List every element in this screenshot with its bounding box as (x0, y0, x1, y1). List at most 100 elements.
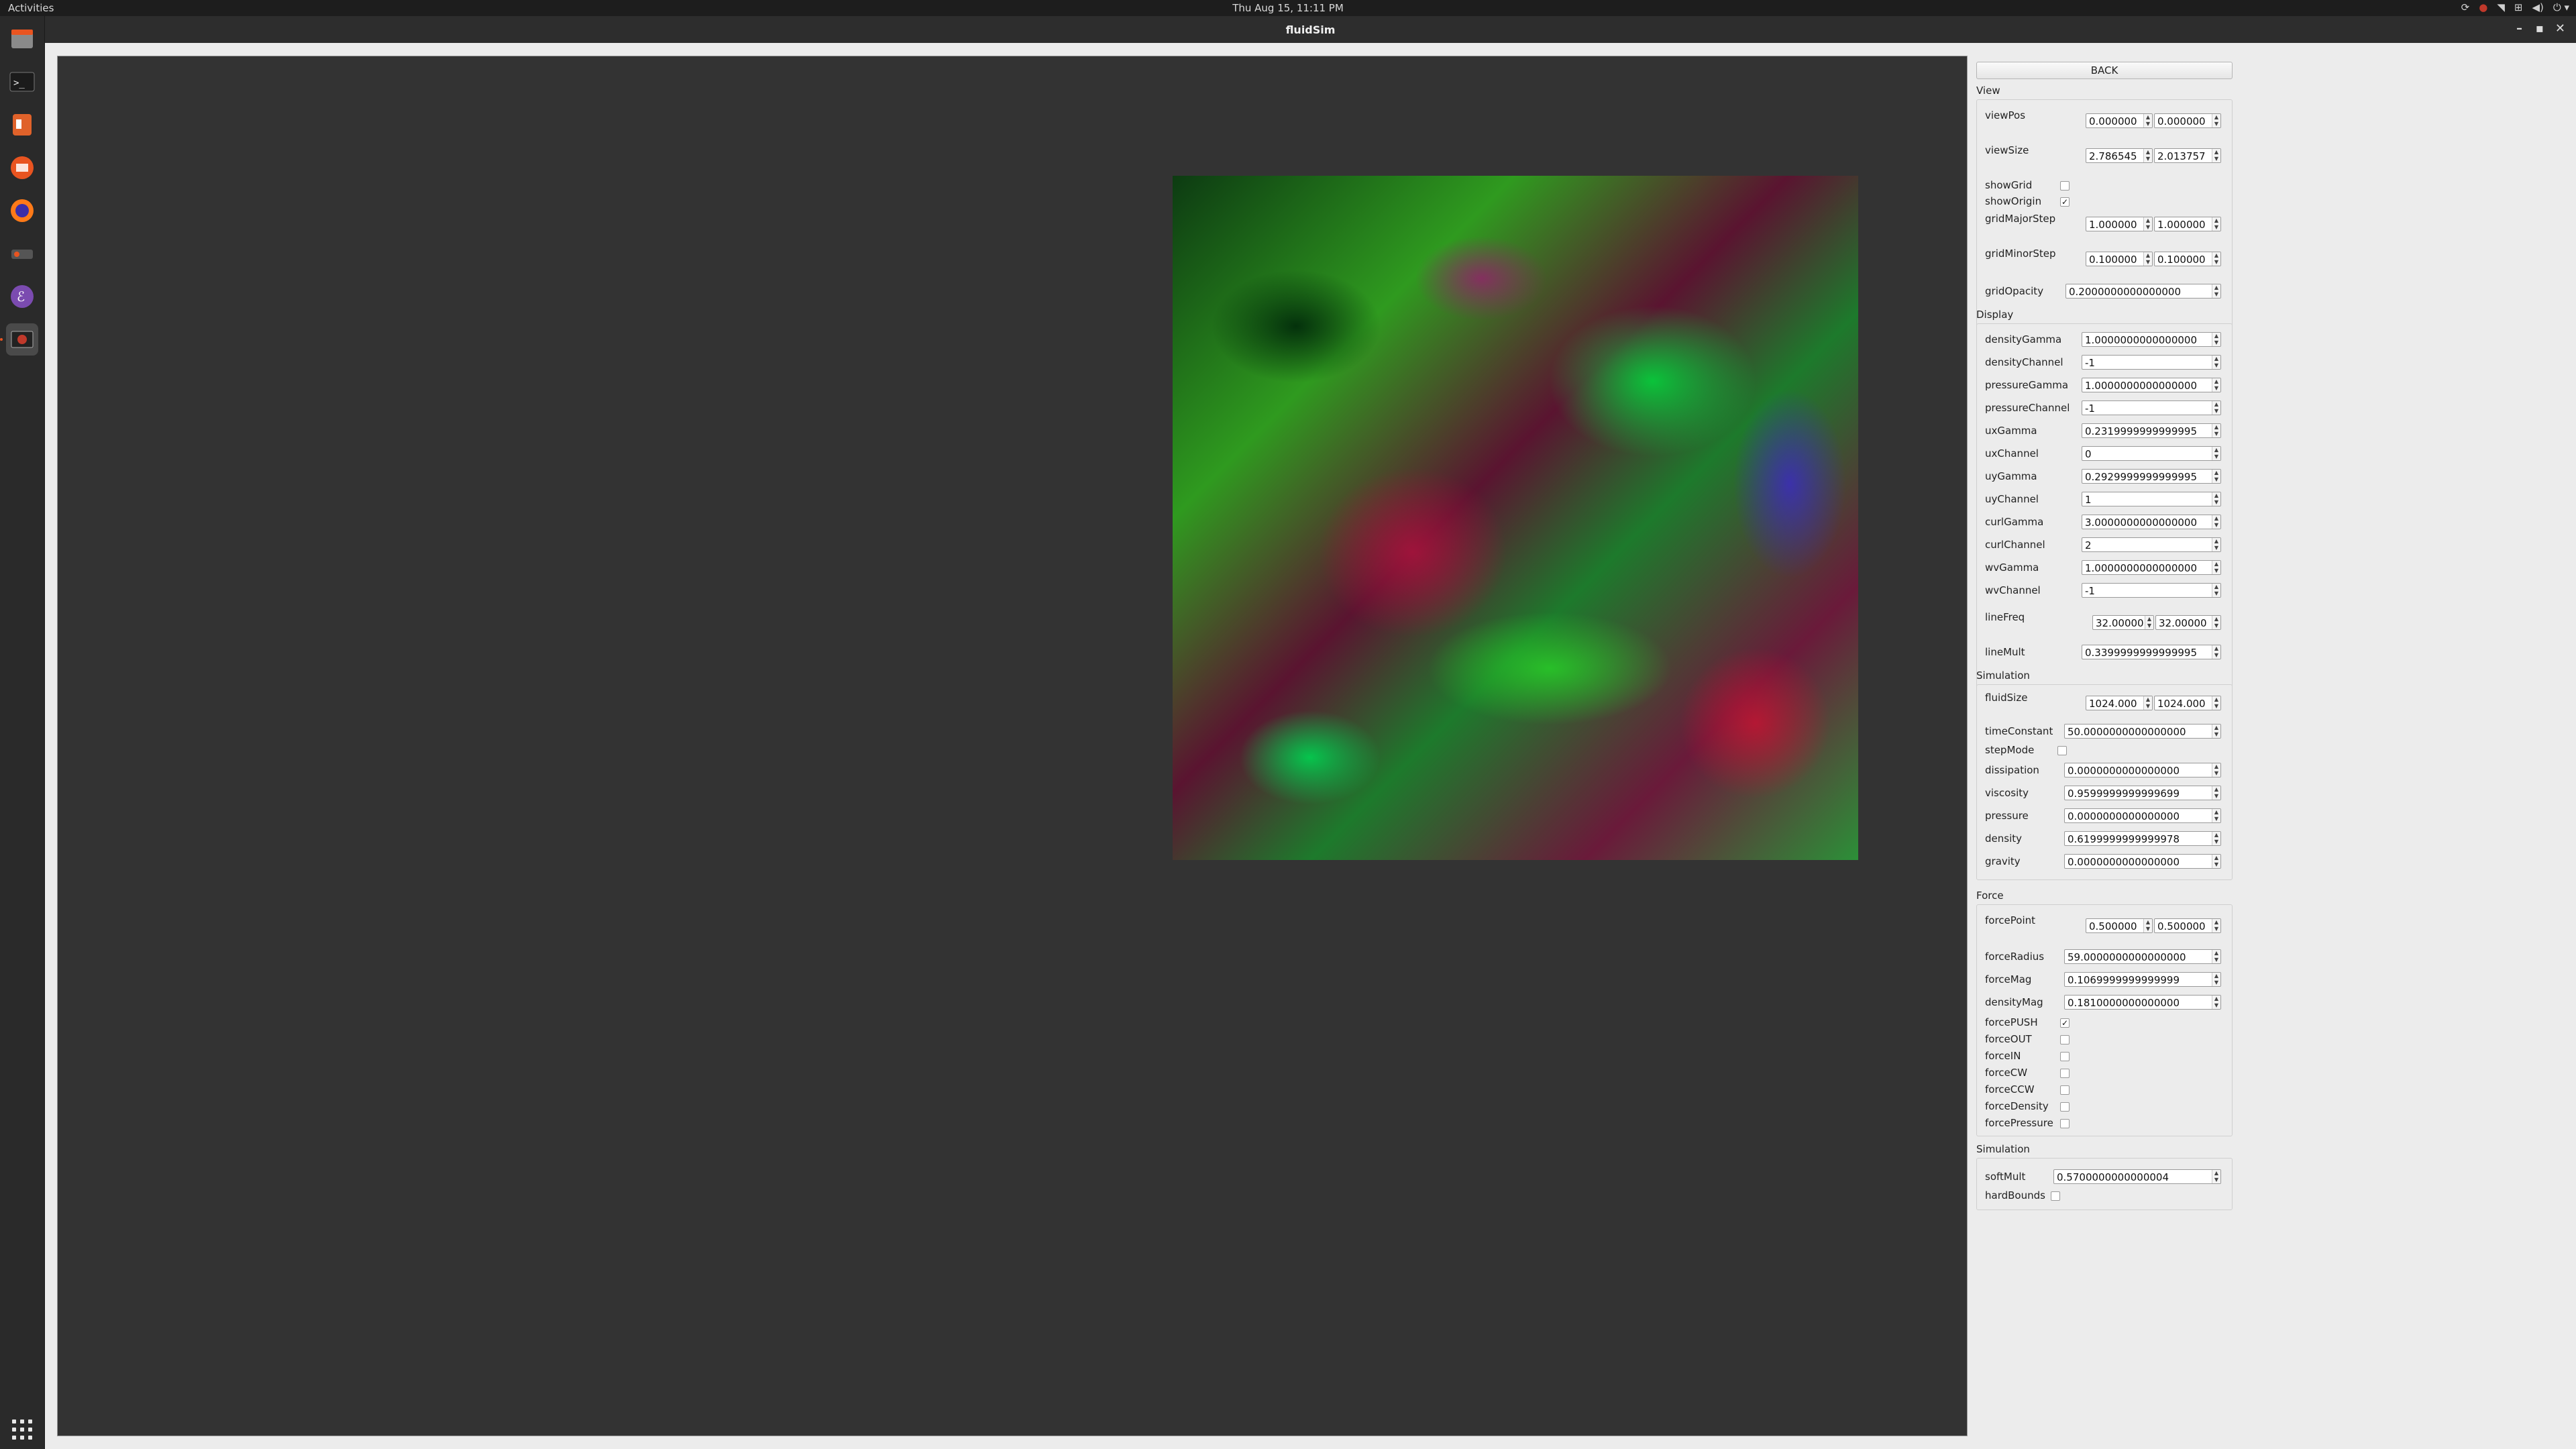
forceout-checkbox[interactable] (2060, 1035, 2070, 1044)
softmult-spinbox[interactable]: 0.5700000000000004 ▲ ▼ (2053, 1169, 2221, 1184)
spin-arrows-icon[interactable]: ▲ ▼ (2212, 378, 2220, 392)
forcepush-checkbox[interactable]: ✓ (2060, 1018, 2070, 1028)
tools-icon[interactable] (6, 237, 38, 270)
gridminorstep-y-spinbox[interactable]: 0.100000 ▲ ▼ (2154, 252, 2221, 266)
volume-icon[interactable]: ◀) (2532, 1, 2543, 13)
gridmajorstep-x-spinbox[interactable]: 1.000000 ▲ ▼ (2086, 217, 2153, 231)
uxgamma-spinbox[interactable]: 0.2319999999999995 ▲ ▼ (2082, 423, 2221, 438)
gridminorstep-x-spinbox[interactable]: 0.100000 ▲ ▼ (2086, 252, 2153, 266)
densitygamma-spinbox[interactable]: 1.0000000000000000 ▲ ▼ (2082, 332, 2221, 347)
spin-arrows-icon[interactable]: ▲ ▼ (2143, 696, 2152, 710)
spin-arrows-icon[interactable]: ▲ ▼ (2212, 561, 2220, 574)
spin-arrows-icon[interactable]: ▲ ▼ (2212, 973, 2220, 986)
ubuntu-software-icon[interactable] (6, 152, 38, 184)
firefox-icon[interactable] (6, 195, 38, 227)
fluid-simulation-canvas[interactable] (1173, 176, 1858, 860)
viewpos-x-spinbox[interactable]: 0.000000 ▲ ▼ (2086, 113, 2153, 128)
network-icon[interactable]: ⊞ (2514, 1, 2523, 13)
spin-arrows-icon[interactable]: ▲ ▼ (2212, 832, 2220, 845)
title-bar[interactable]: fluidSim – ▪ ✕ (45, 16, 2576, 43)
spin-arrows-icon[interactable]: ▲ ▼ (2212, 786, 2220, 800)
spin-arrows-icon[interactable]: ▲ ▼ (2212, 217, 2220, 231)
spin-arrows-icon[interactable]: ▲ ▼ (2212, 114, 2220, 127)
spin-arrows-icon[interactable]: ▲ ▼ (2145, 616, 2153, 629)
gridopacity-spinbox[interactable]: 0.2000000000000000 ▲ ▼ (2065, 284, 2221, 299)
densitychannel-spinbox[interactable]: -1 ▲ ▼ (2082, 355, 2221, 370)
spin-arrows-icon[interactable]: ▲ ▼ (2212, 855, 2220, 868)
spin-arrows-icon[interactable]: ▲ ▼ (2212, 645, 2220, 659)
spin-arrows-icon[interactable]: ▲ ▼ (2143, 919, 2152, 932)
linefreq-x-spinbox[interactable]: 32.00000 ▲ ▼ (2092, 615, 2154, 630)
uygamma-spinbox[interactable]: 0.2929999999999995 ▲ ▼ (2082, 469, 2221, 484)
fluidsim-app-icon[interactable] (6, 323, 38, 356)
forceccw-checkbox[interactable] (2060, 1085, 2070, 1095)
spin-arrows-icon[interactable]: ▲ ▼ (2212, 492, 2220, 506)
forcecw-checkbox[interactable] (2060, 1069, 2070, 1078)
timeconstant-spinbox[interactable]: 50.0000000000000000 ▲ ▼ (2064, 724, 2221, 739)
densitymag-spinbox[interactable]: 0.1810000000000000 ▲ ▼ (2064, 995, 2221, 1010)
power-icon[interactable]: ⏻ ▾ (2553, 1, 2569, 13)
hardbounds-checkbox[interactable] (2051, 1191, 2060, 1201)
terminal-icon[interactable]: >_ (6, 66, 38, 98)
spin-arrows-icon[interactable]: ▲ ▼ (2212, 1170, 2220, 1183)
close-icon[interactable]: ✕ (2555, 21, 2565, 36)
fluidsize-x-spinbox[interactable]: 1024.000 ▲ ▼ (2086, 696, 2153, 710)
maximize-icon[interactable]: ▪ (2536, 21, 2544, 36)
wvgamma-spinbox[interactable]: 1.0000000000000000 ▲ ▼ (2082, 560, 2221, 575)
fluidsize-y-spinbox[interactable]: 1024.000 ▲ ▼ (2154, 696, 2221, 710)
spin-arrows-icon[interactable]: ▲ ▼ (2212, 996, 2220, 1009)
spin-arrows-icon[interactable]: ▲ ▼ (2212, 470, 2220, 483)
forceradius-spinbox[interactable]: 59.0000000000000000 ▲ ▼ (2064, 949, 2221, 964)
showgrid-checkbox[interactable] (2060, 181, 2070, 191)
showorigin-checkbox[interactable]: ✓ (2060, 197, 2070, 207)
minimize-icon[interactable]: – (2516, 21, 2522, 36)
alert-icon[interactable]: ● (2479, 1, 2487, 13)
back-button[interactable]: BACK (1976, 62, 2233, 79)
spin-arrows-icon[interactable]: ▲ ▼ (2212, 724, 2220, 738)
spin-arrows-icon[interactable]: ▲ ▼ (2212, 809, 2220, 822)
linefreq-y-spinbox[interactable]: 32.00000 ▲ ▼ (2155, 615, 2221, 630)
forcepoint-y-spinbox[interactable]: 0.500000 ▲ ▼ (2154, 918, 2221, 933)
uxchannel-spinbox[interactable]: 0 ▲ ▼ (2082, 446, 2221, 461)
forcein-checkbox[interactable] (2060, 1052, 2070, 1061)
pressuregamma-spinbox[interactable]: 1.0000000000000000 ▲ ▼ (2082, 378, 2221, 392)
spin-arrows-icon[interactable]: ▲ ▼ (2212, 515, 2220, 529)
viewsize-x-spinbox[interactable]: 2.786545 ▲ ▼ (2086, 148, 2153, 163)
spin-arrows-icon[interactable]: ▲ ▼ (2212, 919, 2220, 932)
density-spinbox[interactable]: 0.6199999999999978 ▲ ▼ (2064, 831, 2221, 846)
spin-arrows-icon[interactable]: ▲ ▼ (2212, 149, 2220, 162)
signal-icon[interactable]: ◥ (2497, 1, 2505, 13)
spin-arrows-icon[interactable]: ▲ ▼ (2212, 356, 2220, 369)
forcemag-spinbox[interactable]: 0.1069999999999999 ▲ ▼ (2064, 972, 2221, 987)
emacs-icon[interactable]: ℰ (6, 280, 38, 313)
spin-arrows-icon[interactable]: ▲ ▼ (2212, 333, 2220, 346)
spin-arrows-icon[interactable]: ▲ ▼ (2143, 217, 2152, 231)
forcedensity-checkbox[interactable] (2060, 1102, 2070, 1112)
spin-arrows-icon[interactable]: ▲ ▼ (2212, 696, 2220, 710)
spin-arrows-icon[interactable]: ▲ ▼ (2212, 616, 2220, 629)
spin-arrows-icon[interactable]: ▲ ▼ (2143, 149, 2152, 162)
spin-arrows-icon[interactable]: ▲ ▼ (2212, 763, 2220, 777)
curlgamma-spinbox[interactable]: 3.0000000000000000 ▲ ▼ (2082, 515, 2221, 529)
wvchannel-spinbox[interactable]: -1 ▲ ▼ (2082, 583, 2221, 598)
spin-arrows-icon[interactable]: ▲ ▼ (2212, 447, 2220, 460)
spin-arrows-icon[interactable]: ▲ ▼ (2212, 950, 2220, 963)
linemult-spinbox[interactable]: 0.3399999999999995 ▲ ▼ (2082, 645, 2221, 659)
viscosity-spinbox[interactable]: 0.9599999999999699 ▲ ▼ (2064, 786, 2221, 800)
viewsize-y-spinbox[interactable]: 2.013757 ▲ ▼ (2154, 148, 2221, 163)
pressurechannel-spinbox[interactable]: -1 ▲ ▼ (2082, 400, 2221, 415)
spin-arrows-icon[interactable]: ▲ ▼ (2143, 114, 2152, 127)
dissipation-spinbox[interactable]: 0.0000000000000000 ▲ ▼ (2064, 763, 2221, 777)
spin-arrows-icon[interactable]: ▲ ▼ (2143, 252, 2152, 266)
curlchannel-spinbox[interactable]: 2 ▲ ▼ (2082, 537, 2221, 552)
forcepressure-checkbox[interactable] (2060, 1119, 2070, 1128)
uychannel-spinbox[interactable]: 1 ▲ ▼ (2082, 492, 2221, 506)
gridmajorstep-y-spinbox[interactable]: 1.000000 ▲ ▼ (2154, 217, 2221, 231)
spin-arrows-icon[interactable]: ▲ ▼ (2212, 252, 2220, 266)
render-viewport[interactable] (57, 56, 1968, 1436)
viewpos-y-spinbox[interactable]: 0.000000 ▲ ▼ (2154, 113, 2221, 128)
stepmode-checkbox[interactable] (2057, 746, 2067, 755)
spin-arrows-icon[interactable]: ▲ ▼ (2212, 584, 2220, 597)
sync-icon[interactable]: ⟳ (2461, 1, 2470, 13)
files-icon[interactable] (6, 23, 38, 55)
